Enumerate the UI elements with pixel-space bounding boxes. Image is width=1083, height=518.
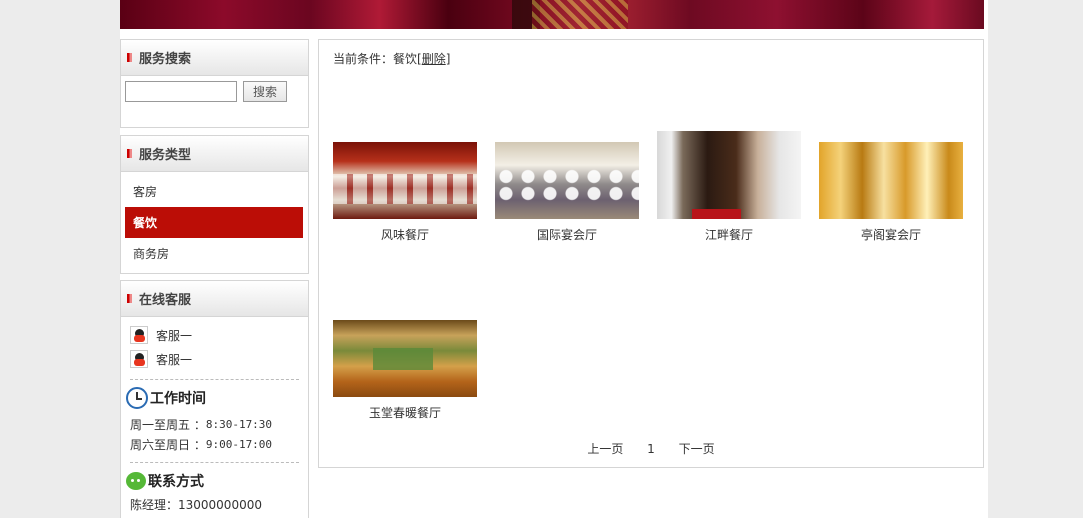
current-filter: 当前条件：餐饮[删除] [333, 50, 450, 67]
restaurant-name[interactable]: 亭阁宴会厅 [819, 226, 963, 243]
search-row: 搜索 [121, 76, 308, 102]
restaurant-photo[interactable] [333, 142, 477, 219]
page-wrapper: 服务搜索 搜索 服务类型 客房 餐饮 商务房 在线客服 客服一 客服一 工作时间… [120, 0, 988, 518]
service-type-panel: 服务类型 客房 餐饮 商务房 [120, 135, 309, 274]
qq-icon [130, 326, 148, 344]
pagination: 上一页 1 下一页 [319, 440, 983, 457]
restaurant-card[interactable]: 亭阁宴会厅 [819, 142, 963, 243]
panel-title: 服务类型 [139, 148, 192, 163]
divider [130, 379, 299, 380]
qq-label: 客服一 [156, 352, 193, 367]
type-item-business-rooms[interactable]: 商务房 [125, 238, 303, 269]
restaurant-name[interactable]: 玉堂春暖餐厅 [333, 404, 477, 421]
restaurant-card[interactable]: 玉堂春暖餐厅 [333, 320, 477, 421]
online-service-panel: 在线客服 客服一 客服一 工作时间 周一至周五 ： 8:30-17:30 周六至… [120, 280, 309, 518]
panel-title: 服务搜索 [139, 52, 192, 67]
contact-title: 联系方式 [148, 474, 204, 490]
clock-icon [126, 387, 148, 409]
prev-page-link[interactable]: 上一页 [587, 442, 623, 456]
work-hours-title: 工作时间 [150, 391, 206, 407]
restaurant-name[interactable]: 国际宴会厅 [495, 226, 639, 243]
bullet-icon [127, 149, 132, 158]
filter-bracket: ] [445, 52, 451, 66]
restaurant-name[interactable]: 风味餐厅 [333, 226, 477, 243]
search-input[interactable] [125, 81, 237, 102]
bullet-icon [127, 294, 132, 303]
page-number[interactable]: 1 [647, 442, 655, 456]
work-hours-time: 8:30-17:30 [205, 417, 273, 431]
type-item-rooms[interactable]: 客房 [125, 176, 303, 207]
restaurant-photo[interactable] [657, 131, 801, 219]
panel-header: 服务搜索 [121, 40, 308, 76]
banner-decoration [532, 0, 628, 29]
qq-label: 客服一 [156, 328, 193, 343]
work-hours-label: 周一至周五 ： [130, 417, 206, 432]
restaurant-card[interactable]: 风味餐厅 [333, 142, 477, 243]
qq-icon [130, 350, 148, 368]
restaurant-name[interactable]: 江畔餐厅 [657, 226, 801, 243]
restaurant-photo[interactable] [495, 142, 639, 219]
restaurant-photo[interactable] [333, 320, 477, 397]
work-hours-weekend: 周六至周日 ： 9:00-17:00 [121, 434, 308, 454]
restaurant-card[interactable]: 国际宴会厅 [495, 142, 639, 243]
filter-text: 当前条件：餐饮[ [333, 52, 422, 66]
bullet-icon [127, 53, 132, 62]
restaurant-photo[interactable] [819, 142, 963, 219]
type-item-dining[interactable]: 餐饮 [125, 207, 303, 238]
panel-title: 在线客服 [139, 293, 192, 308]
work-hours-label: 周六至周日 ： [130, 437, 206, 452]
delete-filter-link[interactable]: 删除 [422, 52, 446, 66]
banner-image [120, 0, 984, 29]
qq-contact-link[interactable]: 客服一 [121, 347, 308, 371]
search-panel: 服务搜索 搜索 [120, 39, 309, 128]
divider [130, 462, 299, 463]
main-content: 当前条件：餐饮[删除] 风味餐厅 国际宴会厅 江畔餐厅 亭阁宴会厅 玉堂春暖餐厅… [318, 39, 984, 468]
search-button[interactable]: 搜索 [243, 81, 287, 102]
panel-header: 在线客服 [121, 281, 308, 317]
work-hours-time: 9:00-17:00 [205, 437, 273, 451]
next-page-link[interactable]: 下一页 [679, 442, 715, 456]
contact-heading: 联系方式 [121, 468, 308, 494]
panel-header: 服务类型 [121, 136, 308, 172]
work-hours-heading: 工作时间 [121, 385, 308, 411]
contact-line: 陈经理：13000000000 [130, 497, 262, 512]
qq-contact-link[interactable]: 客服一 [121, 323, 308, 347]
work-hours-weekdays: 周一至周五 ： 8:30-17:30 [121, 414, 308, 434]
chat-bubble-icon [126, 472, 146, 490]
type-list: 客房 餐饮 商务房 [121, 172, 308, 269]
restaurant-card[interactable]: 江畔餐厅 [657, 131, 801, 243]
